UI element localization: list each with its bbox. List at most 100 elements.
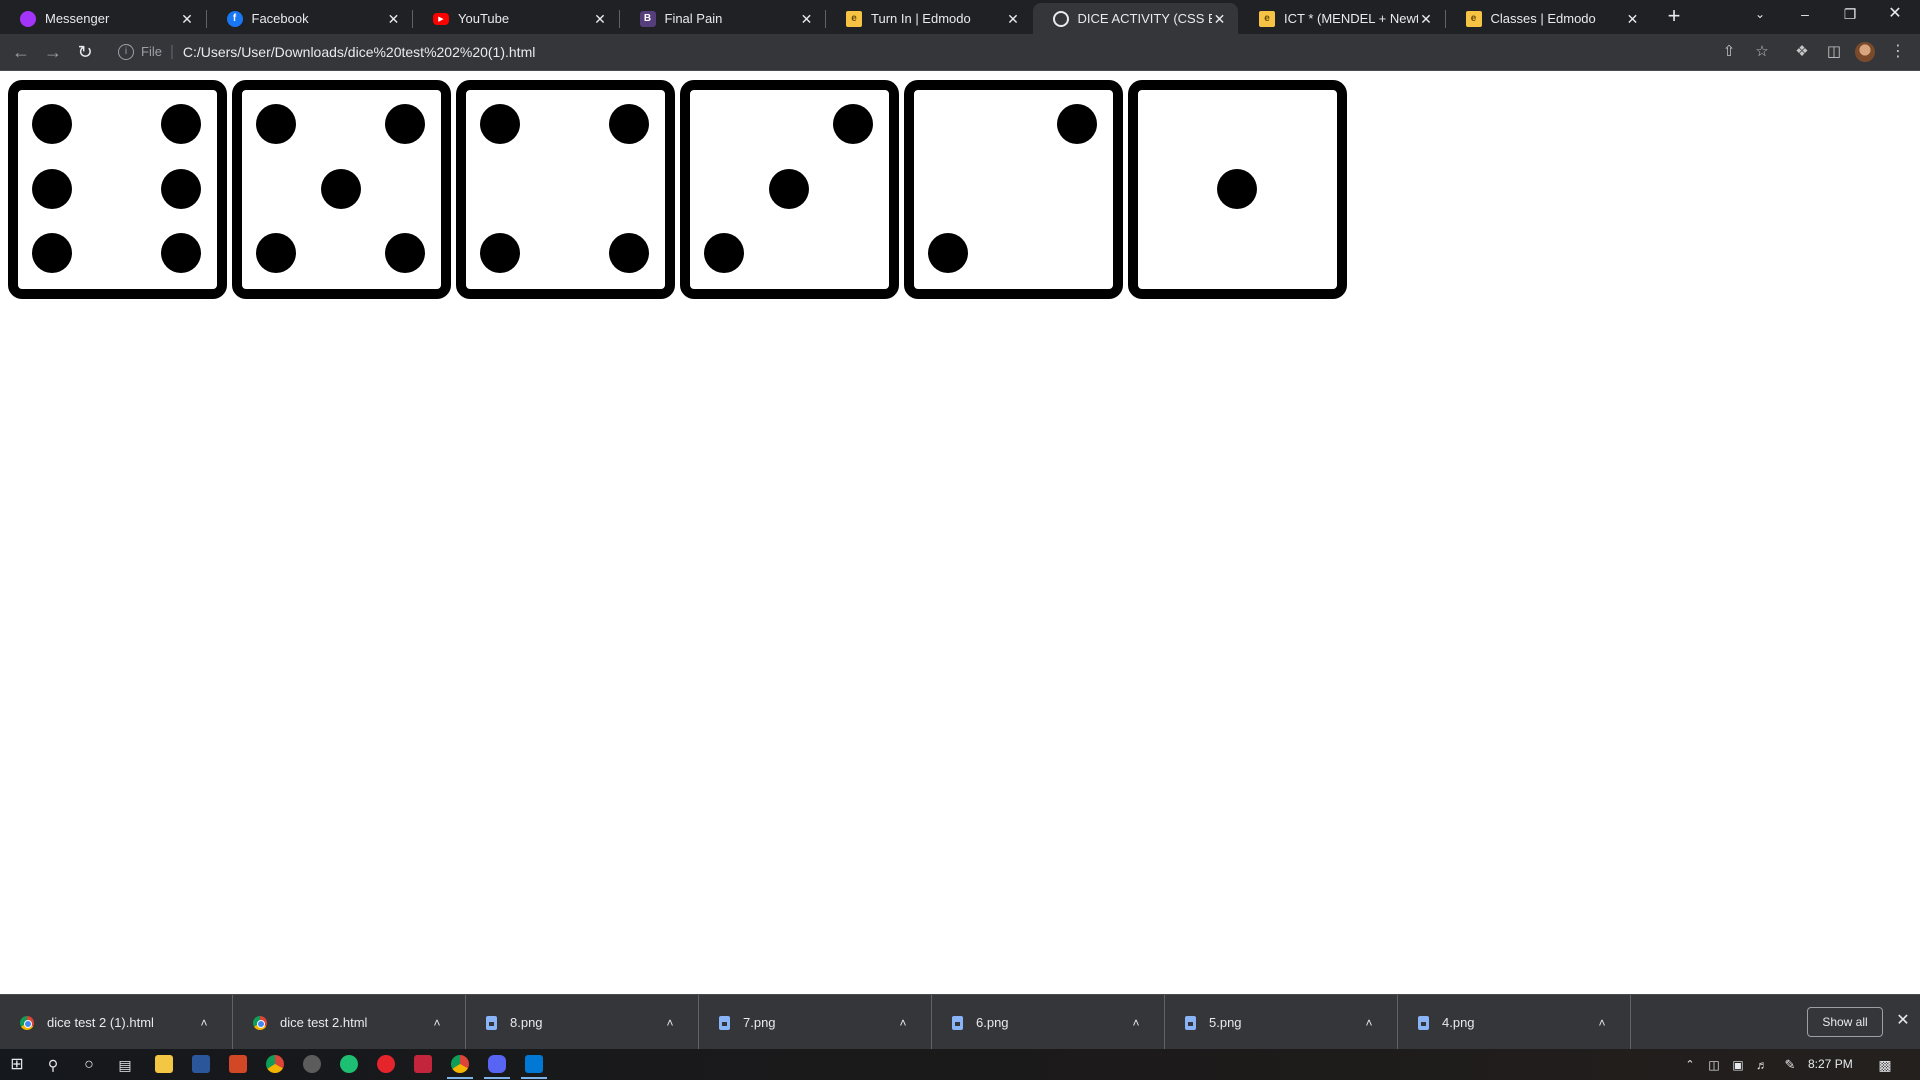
site-info-icon[interactable]: i [118, 43, 134, 60]
download-shelf: dice test 2 (1).html ˄ dice test 2.html ˄ 8.… [0, 994, 1920, 1050]
download-filename: dice test 2.html [280, 1015, 368, 1030]
download-filename: 5.png [1209, 1015, 1242, 1030]
browser-menu-icon[interactable]: ⋮ [1886, 40, 1910, 64]
tab-close-icon[interactable]: ✕ [799, 11, 815, 27]
browser-tab[interactable]: e Turn In | Edmodo ✕ [826, 3, 1031, 34]
pocket-icon[interactable] [414, 1055, 432, 1073]
download-filename: 7.png [743, 1015, 776, 1030]
network-icon[interactable]: ▣ [1726, 1053, 1750, 1077]
download-item[interactable]: 5.png ˄ [1165, 995, 1398, 1050]
die-pip [161, 233, 201, 273]
die-pip [704, 233, 744, 273]
die-pip [769, 169, 809, 209]
die-pip [161, 169, 201, 209]
show-hidden-icons-chevron[interactable]: ⌃ [1678, 1053, 1702, 1077]
minimize-button[interactable]: – [1785, 0, 1825, 30]
system-tray-app-icon[interactable]: ◫ [1702, 1053, 1726, 1077]
word-icon[interactable] [192, 1055, 210, 1073]
forward-button[interactable]: → [41, 40, 65, 64]
new-tab-button[interactable]: + [1663, 5, 1685, 28]
tab-title: Classes | Edmodo [1490, 11, 1596, 26]
download-item[interactable]: 8.png ˄ [466, 995, 699, 1050]
download-options-chevron-icon[interactable]: ˄ [427, 1016, 447, 1030]
die-face-1 [1128, 80, 1347, 299]
browser-tab[interactable]: DICE ACTIVITY (CSS BOX M✕ [1032, 3, 1238, 34]
close-shelf-icon[interactable]: ✕ [1893, 1011, 1913, 1031]
vscode-icon[interactable] [525, 1055, 543, 1073]
download-filename: 6.png [976, 1015, 1009, 1030]
opera-icon[interactable] [377, 1055, 395, 1073]
active-app-indicator [447, 1077, 473, 1079]
browser-tab[interactable]: ▶ YouTube ✕ [413, 3, 618, 34]
browser-tab[interactable]: f Facebook ✕ [207, 3, 412, 34]
show-all-downloads-button[interactable]: Show all [1807, 1007, 1883, 1037]
tab-close-icon[interactable]: ✕ [1005, 11, 1021, 27]
download-options-chevron-icon[interactable]: ˄ [1126, 1016, 1146, 1030]
download-item[interactable]: 7.png ˄ [699, 995, 932, 1050]
image-file-icon [1185, 1015, 1196, 1030]
image-file-icon [952, 1015, 963, 1030]
search-icon[interactable]: ⚲ [41, 1053, 65, 1077]
die-pip [321, 169, 361, 209]
windows-start-icon[interactable]: ⊞ [5, 1053, 29, 1077]
download-options-chevron-icon[interactable]: ˄ [1359, 1016, 1379, 1030]
die-face-5 [232, 80, 451, 299]
tab-close-icon[interactable]: ✕ [1418, 11, 1434, 27]
download-options-chevron-icon[interactable]: ˄ [194, 1016, 214, 1030]
browser-tab-strip: Messenger ✕ f Facebook ✕ ▶ YouTube ✕ B Final Pain… [0, 0, 1920, 34]
tab-title: Turn In | Edmodo [871, 11, 971, 26]
browser-tab[interactable]: e Classes | Edmodo ✕ [1446, 3, 1651, 34]
chrome-active-icon[interactable] [451, 1055, 469, 1073]
side-panel-icon[interactable]: ◫ [1822, 40, 1846, 64]
restore-button[interactable]: ❐ [1830, 0, 1870, 30]
page-content [0, 71, 1920, 994]
tab-close-icon[interactable]: ✕ [179, 11, 195, 27]
chrome-icon[interactable] [266, 1055, 284, 1073]
pen-icon[interactable]: ✎ [1778, 1053, 1802, 1077]
profile-avatar[interactable] [1855, 42, 1875, 62]
obs-icon[interactable] [303, 1055, 321, 1073]
die-pip [32, 233, 72, 273]
tab-close-icon[interactable]: ✕ [1212, 11, 1228, 27]
browser-tab[interactable]: Messenger ✕ [0, 3, 205, 34]
download-filename: dice test 2 (1).html [47, 1015, 154, 1030]
download-item[interactable]: dice test 2 (1).html ˄ [0, 995, 233, 1050]
discord-icon[interactable] [488, 1055, 506, 1073]
volume-icon[interactable]: ♬ [1750, 1053, 1774, 1077]
window-close-button[interactable]: ✕ [1875, 0, 1915, 30]
globe-icon [1052, 10, 1069, 27]
browser-tab[interactable]: B Final Pain ✕ [620, 3, 825, 34]
tab-title: Messenger [45, 11, 110, 26]
tab-search-chevron-icon[interactable]: ⌄ [1740, 0, 1780, 30]
edmodo-icon: e [1259, 10, 1275, 27]
share-icon[interactable]: ⇧ [1717, 40, 1741, 64]
taskbar-clock[interactable]: 8:27 PM [1808, 1057, 1853, 1071]
address-bar[interactable]: i File | C:/Users/User/Downloads/dice%20… [110, 37, 1760, 66]
tab-close-icon[interactable]: ✕ [386, 11, 402, 27]
edge-icon[interactable] [340, 1055, 358, 1073]
file-explorer-icon[interactable] [155, 1055, 173, 1073]
cortana-icon[interactable]: ○ [77, 1053, 101, 1077]
download-options-chevron-icon[interactable]: ˄ [1592, 1016, 1612, 1030]
powerpoint-icon[interactable] [229, 1055, 247, 1073]
die-pip [256, 104, 296, 144]
bookmark-star-icon[interactable]: ☆ [1750, 40, 1774, 64]
die-pip [256, 233, 296, 273]
die-pip [609, 104, 649, 144]
download-item[interactable]: 6.png ˄ [932, 995, 1165, 1050]
download-item[interactable]: 4.png ˄ [1398, 995, 1631, 1050]
browser-tab[interactable]: e ICT * (MENDEL + Newton)✕ [1239, 3, 1444, 34]
back-button[interactable]: ← [9, 40, 33, 64]
download-item[interactable]: dice test 2.html ˄ [233, 995, 466, 1050]
tab-close-icon[interactable]: ✕ [592, 11, 608, 27]
messenger-icon [20, 10, 36, 27]
tab-close-icon[interactable]: ✕ [1625, 11, 1641, 27]
address-url[interactable]: C:/Users/User/Downloads/dice%20test%202%… [183, 44, 535, 60]
extensions-puzzle-icon[interactable]: ❖ [1790, 40, 1814, 64]
notifications-icon[interactable]: ▩ [1873, 1053, 1897, 1077]
vscode-running-indicator [521, 1077, 547, 1079]
download-options-chevron-icon[interactable]: ˄ [893, 1016, 913, 1030]
download-options-chevron-icon[interactable]: ˄ [660, 1016, 680, 1030]
reload-button[interactable]: ↻ [73, 40, 97, 64]
task-view-icon[interactable]: ▤ [113, 1053, 137, 1077]
